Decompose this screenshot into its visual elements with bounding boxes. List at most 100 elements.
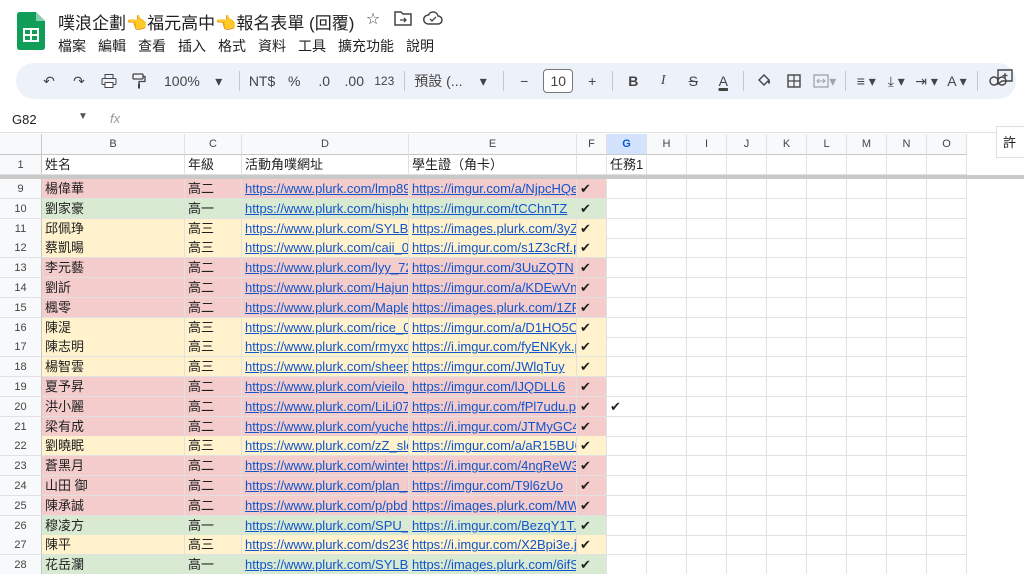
grade-cell[interactable]: 高二 (185, 396, 242, 417)
empty-cell[interactable] (887, 456, 927, 477)
borders-icon[interactable] (779, 67, 809, 95)
empty-cell[interactable] (687, 495, 727, 516)
empty-cell[interactable] (847, 155, 887, 175)
empty-cell[interactable] (687, 198, 727, 219)
empty-cell[interactable] (647, 155, 687, 175)
plurk-link-cell[interactable]: https://www.plurk.com/lyy_72 (242, 258, 409, 279)
empty-cell[interactable] (807, 515, 847, 536)
menu-edit[interactable]: 編輯 (98, 36, 126, 56)
empty-cell[interactable] (687, 396, 727, 417)
print-icon[interactable] (94, 67, 124, 95)
name-cell[interactable]: 李元藝 (42, 258, 185, 279)
column-header-o[interactable]: O (927, 134, 967, 155)
task1-cell[interactable] (607, 535, 647, 556)
student-card-link-cell[interactable]: https://i.imgur.com/4ngReW3. (409, 456, 577, 477)
menu-format[interactable]: 格式 (218, 36, 246, 56)
empty-cell[interactable] (687, 337, 727, 358)
empty-cell[interactable] (727, 258, 767, 279)
empty-cell[interactable] (847, 258, 887, 279)
column-header-h[interactable]: H (647, 134, 687, 155)
plurk-link-cell[interactable]: https://www.plurk.com/caii_00 (242, 238, 409, 259)
student-card-link-cell[interactable]: https://imgur.com/3UuZQTN (409, 258, 577, 279)
empty-cell[interactable] (887, 218, 927, 239)
empty-cell[interactable] (647, 337, 687, 358)
empty-cell[interactable] (727, 535, 767, 556)
empty-cell[interactable] (847, 416, 887, 437)
sheets-logo-icon[interactable] (17, 12, 45, 50)
empty-cell[interactable] (647, 377, 687, 397)
row-number[interactable]: 24 (0, 476, 42, 496)
menu-help[interactable]: 說明 (406, 36, 434, 56)
empty-cell[interactable] (847, 456, 887, 477)
select-all-corner[interactable] (0, 134, 42, 155)
empty-cell[interactable] (687, 155, 727, 175)
empty-cell[interactable] (647, 555, 687, 574)
spreadsheet-grid[interactable]: B C D E F G H I J K L M N O 1 姓名 年級 活動角噗網址 學生證（角卡） 任務1 9 楊偉華高… (0, 134, 1024, 574)
row-number[interactable]: 1 (0, 155, 42, 175)
task1-cell[interactable] (607, 476, 647, 496)
empty-cell[interactable] (847, 218, 887, 239)
empty-cell[interactable] (767, 515, 807, 536)
empty-cell[interactable] (847, 495, 887, 516)
name-cell[interactable]: 陳湜 (42, 317, 185, 338)
insert-comment-icon[interactable] (993, 68, 1017, 92)
empty-cell[interactable] (727, 238, 767, 259)
grade-cell[interactable]: 高二 (185, 179, 242, 199)
empty-cell[interactable] (887, 155, 927, 175)
text-color-button[interactable]: A (708, 67, 738, 95)
student-card-link-cell[interactable]: https://imgur.com/lJQDLL6 (409, 377, 577, 397)
empty-cell[interactable] (727, 495, 767, 516)
empty-cell[interactable] (927, 416, 967, 437)
empty-cell[interactable] (927, 179, 967, 199)
empty-cell[interactable] (647, 456, 687, 477)
empty-cell[interactable] (767, 396, 807, 417)
empty-cell[interactable] (847, 515, 887, 536)
row-number[interactable]: 25 (0, 495, 42, 516)
empty-cell[interactable] (847, 357, 887, 378)
empty-cell[interactable] (767, 535, 807, 556)
empty-cell[interactable] (807, 456, 847, 477)
empty-cell[interactable] (647, 258, 687, 279)
empty-cell[interactable] (927, 515, 967, 536)
empty-cell[interactable] (687, 179, 727, 199)
font-select[interactable]: 預設 (... (410, 67, 468, 95)
student-card-link-cell[interactable]: https://imgur.com/a/D1HO5OI (409, 317, 577, 338)
empty-cell[interactable] (767, 377, 807, 397)
font-size-input[interactable]: 10 (543, 69, 574, 93)
empty-cell[interactable] (847, 198, 887, 219)
empty-cell[interactable] (647, 317, 687, 338)
task1-cell[interactable] (607, 416, 647, 437)
plurk-link-cell[interactable]: https://www.plurk.com/MapleS (242, 297, 409, 318)
empty-cell[interactable] (847, 297, 887, 318)
empty-cell[interactable] (887, 278, 927, 298)
empty-cell[interactable] (767, 218, 807, 239)
undo-icon[interactable]: ↶ (34, 67, 64, 95)
check-cell[interactable]: ✔ (577, 238, 607, 259)
empty-cell[interactable] (887, 476, 927, 496)
student-card-link-cell[interactable]: https://images.plurk.com/1ZP (409, 297, 577, 318)
row-number[interactable]: 22 (0, 436, 42, 457)
plurk-link-cell[interactable]: https://www.plurk.com/rmyxdc (242, 337, 409, 358)
empty-cell[interactable] (887, 198, 927, 219)
task1-cell[interactable] (607, 297, 647, 318)
name-cell[interactable]: 花岳瀾 (42, 555, 185, 574)
strikethrough-button[interactable]: S (678, 67, 708, 95)
plurk-link-cell[interactable]: https://www.plurk.com/SYLB_ (242, 218, 409, 239)
merge-cells-icon[interactable]: ▾ (809, 67, 840, 95)
header-cell-f[interactable] (577, 155, 607, 175)
column-header-k[interactable]: K (767, 134, 807, 155)
check-cell[interactable]: ✔ (577, 179, 607, 199)
task1-cell[interactable] (607, 198, 647, 219)
empty-cell[interactable] (807, 436, 847, 457)
check-cell[interactable]: ✔ (577, 218, 607, 239)
header-cell-c[interactable]: 年級 (185, 155, 242, 175)
grade-cell[interactable]: 高二 (185, 258, 242, 279)
empty-cell[interactable] (687, 535, 727, 556)
empty-cell[interactable] (767, 155, 807, 175)
plurk-link-cell[interactable]: https://www.plurk.com/winter0 (242, 456, 409, 477)
column-header-l[interactable]: L (807, 134, 847, 155)
plurk-link-cell[interactable]: https://www.plurk.com/hisphen (242, 198, 409, 219)
student-card-link-cell[interactable]: https://imgur.com/a/KDEwVnL (409, 278, 577, 298)
fill-color-icon[interactable] (749, 67, 779, 95)
plurk-link-cell[interactable]: https://www.plurk.com/sheepo (242, 357, 409, 378)
